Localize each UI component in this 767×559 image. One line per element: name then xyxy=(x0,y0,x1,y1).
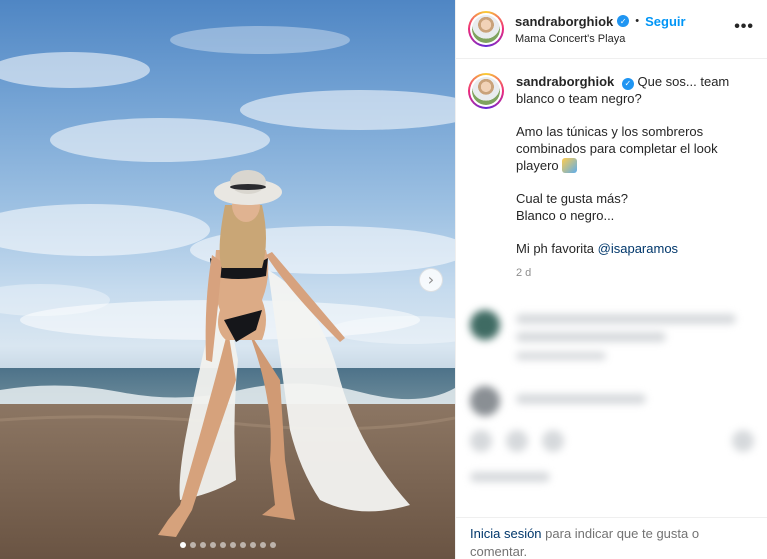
carousel-dot-active xyxy=(179,542,186,548)
caption-line-3b: Blanco o negro... xyxy=(516,208,615,223)
caption-line-2: Amo las túnicas y los sombreros combinad… xyxy=(516,124,718,173)
carousel-dot xyxy=(189,542,196,548)
carousel-dot xyxy=(209,542,216,548)
carousel-dot xyxy=(249,542,256,548)
post-image[interactable]: › xyxy=(0,0,455,559)
login-link[interactable]: Inicia sesión xyxy=(470,526,542,541)
login-prompt: Inicia sesión para indicar que te gusta … xyxy=(456,517,767,559)
caption-avatar[interactable] xyxy=(468,73,504,109)
chevron-right-icon: › xyxy=(427,270,435,289)
beach-scene-illustration xyxy=(0,26,455,559)
caption-line-4: Mi ph favorita xyxy=(516,241,598,256)
carousel-dot xyxy=(229,542,236,548)
avatar-image xyxy=(472,15,500,43)
follow-button[interactable]: Seguir xyxy=(645,14,685,29)
verified-badge-icon: ✓ xyxy=(617,15,630,27)
header-username[interactable]: sandraborghiok xyxy=(515,14,613,29)
caption-username[interactable]: sandraborghiok xyxy=(516,74,614,89)
beach-emoji-icon xyxy=(562,158,578,173)
carousel-dot xyxy=(259,542,266,548)
comment-avatar xyxy=(470,386,500,416)
post-timestamp[interactable]: 2 d xyxy=(516,265,746,282)
more-options-icon[interactable]: ••• xyxy=(734,18,754,36)
post-header: sandraborghiok ✓ • Seguir Mama Concert's… xyxy=(456,0,767,59)
carousel-next-button[interactable]: › xyxy=(419,268,443,292)
verified-badge-icon: ✓ xyxy=(621,77,634,90)
blurred-comments xyxy=(456,290,767,515)
caption-line-3a: Cual te gusta más? xyxy=(516,191,629,206)
carousel-indicator xyxy=(0,542,455,548)
separator-dot: • xyxy=(635,15,640,27)
avatar[interactable] xyxy=(468,11,504,47)
post-caption: sandraborghiok ✓ Que sos... team blanco … xyxy=(468,73,758,282)
carousel-dot xyxy=(219,542,226,548)
location-link[interactable]: Mama Concert's Playa xyxy=(515,33,686,45)
carousel-dot xyxy=(199,542,206,548)
carousel-dot xyxy=(269,542,276,548)
comment-avatar xyxy=(470,310,500,340)
mention-link[interactable]: @isaparamos xyxy=(598,241,678,256)
post-side-panel: sandraborghiok ✓ • Seguir Mama Concert's… xyxy=(455,0,767,559)
carousel-dot xyxy=(239,542,246,548)
avatar-image xyxy=(472,77,500,105)
